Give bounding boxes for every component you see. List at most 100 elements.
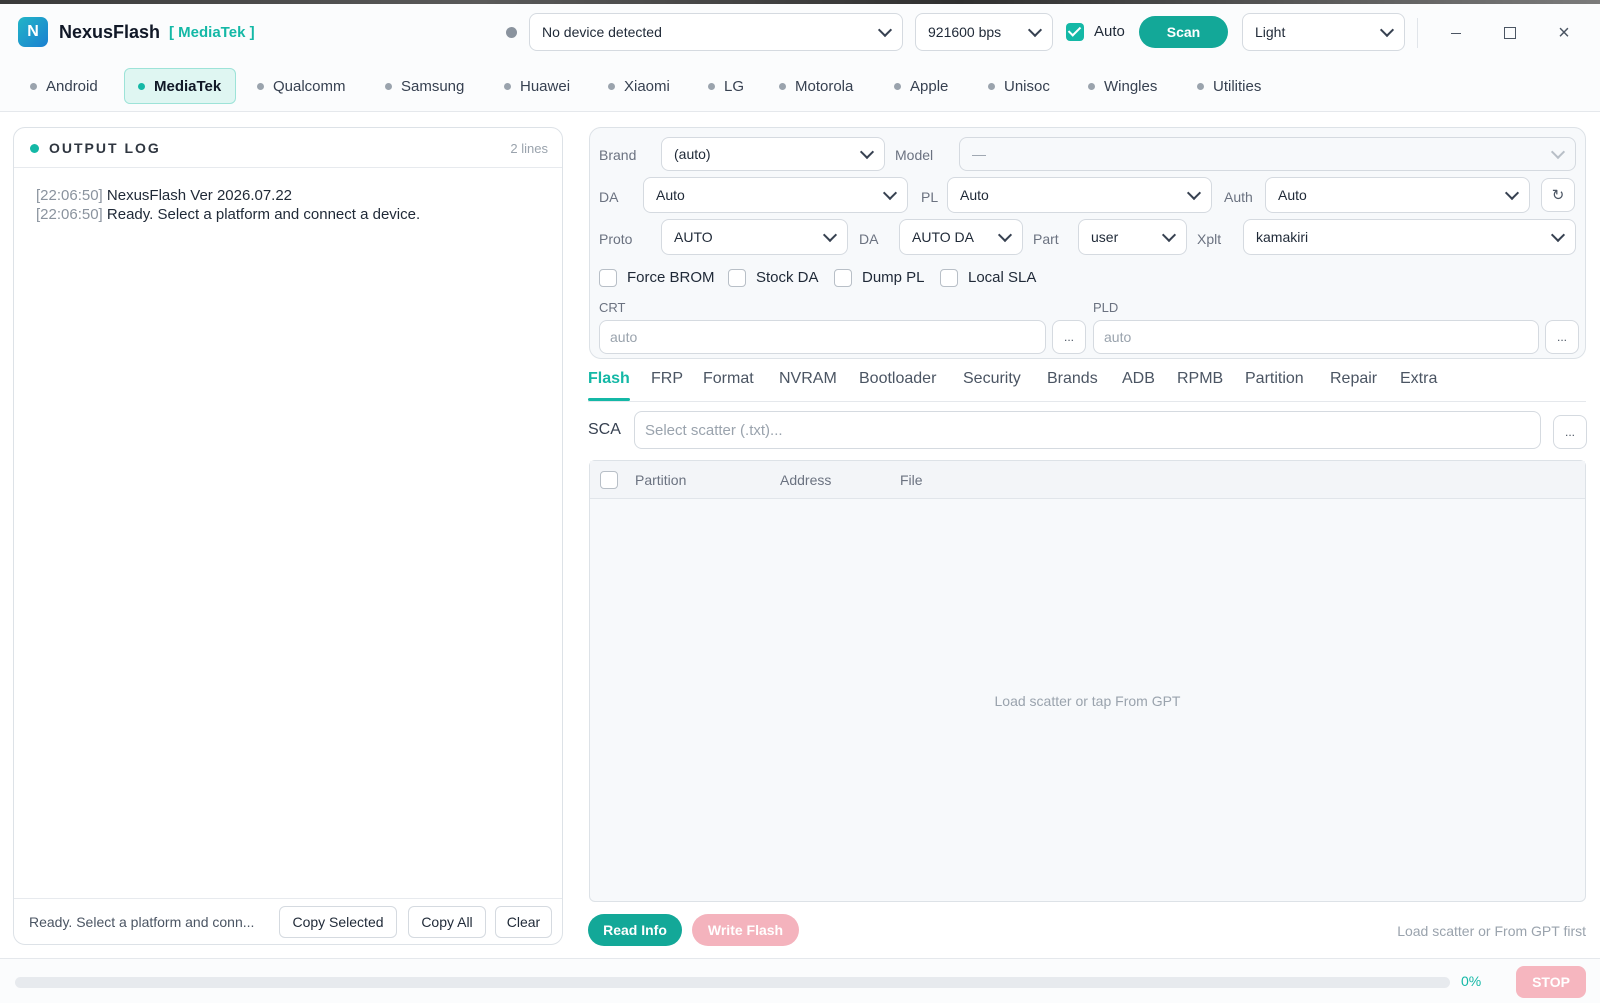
da-mode-select[interactable]: AUTO DA — [899, 219, 1023, 255]
scatter-file-input[interactable]: Select scatter (.txt)... — [634, 411, 1541, 449]
pld-input[interactable]: auto — [1093, 320, 1539, 354]
output-log-header: OUTPUT LOG 2 lines — [14, 128, 562, 168]
platform-tab-label: Apple — [910, 77, 949, 95]
force-brom-checkbox[interactable] — [599, 269, 617, 287]
platform-tab-apple[interactable]: Apple — [894, 68, 962, 104]
part-select[interactable]: user — [1078, 219, 1187, 255]
output-log-body[interactable]: [22:06:50] NexusFlash Ver 2026.07.22 [22… — [36, 186, 420, 224]
tab-brands[interactable]: Brands — [1047, 370, 1098, 388]
platform-tab-xiaomi[interactable]: Xiaomi — [608, 68, 684, 104]
pl-select[interactable]: Auto — [947, 177, 1212, 213]
stop-button[interactable]: STOP — [1516, 966, 1586, 998]
crt-browse-button[interactable]: ... — [1052, 320, 1086, 354]
platform-tab-samsung[interactable]: Samsung — [385, 68, 478, 104]
select-all-checkbox[interactable] — [600, 471, 618, 489]
device-select-value: No device detected — [542, 24, 662, 40]
tab-dot-icon — [138, 82, 145, 90]
tab-frp[interactable]: FRP — [651, 370, 683, 388]
platform-tab-label: Qualcomm — [273, 77, 346, 95]
device-select[interactable]: No device detected — [529, 13, 903, 51]
platform-tab-android[interactable]: Android — [30, 68, 112, 104]
tab-bootloader[interactable]: Bootloader — [859, 370, 936, 388]
chevron-down-icon — [1550, 144, 1566, 160]
tab-dot-icon — [708, 82, 715, 90]
active-tab-indicator — [588, 398, 630, 401]
platform-tab-wingles[interactable]: Wingles — [1088, 68, 1171, 104]
tab-dot-icon — [608, 82, 615, 90]
tab-repair[interactable]: Repair — [1330, 370, 1377, 388]
column-header-address[interactable]: Address — [780, 472, 831, 488]
chevron-down-icon — [859, 144, 875, 160]
part-select-value: user — [1091, 229, 1119, 245]
stock-da-checkbox[interactable] — [728, 269, 746, 287]
da-select[interactable]: Auto — [643, 177, 908, 213]
tab-dot-icon — [988, 82, 995, 90]
copy-all-button[interactable]: Copy All — [408, 906, 486, 938]
crt-label: CRT — [599, 300, 626, 315]
auto-checkbox[interactable] — [1066, 23, 1084, 41]
scatter-browse-button[interactable]: ... — [1553, 415, 1587, 449]
auth-select[interactable]: Auto — [1265, 177, 1530, 213]
chevron-down-icon — [1504, 185, 1520, 201]
da-mode-select-value: AUTO DA — [912, 229, 974, 245]
platform-tab-unisoc[interactable]: Unisoc — [988, 68, 1064, 104]
column-header-file[interactable]: File — [900, 472, 923, 488]
tab-dot-icon — [1197, 82, 1204, 90]
pld-browse-button[interactable]: ... — [1545, 320, 1579, 354]
pld-label: PLD — [1093, 300, 1119, 315]
theme-select[interactable]: Light — [1242, 13, 1405, 51]
model-select[interactable]: — — [959, 137, 1576, 171]
platform-tab-huawei[interactable]: Huawei — [504, 68, 584, 104]
write-flash-button[interactable]: Write Flash — [692, 914, 799, 946]
local-sla-label: Local SLA — [968, 269, 1037, 286]
tab-dot-icon — [30, 82, 37, 90]
app-name: NexusFlash — [59, 22, 161, 42]
column-header-partition[interactable]: Partition — [635, 472, 686, 488]
tab-rpmb[interactable]: RPMB — [1177, 370, 1223, 388]
pl-label: PL — [921, 189, 939, 205]
platform-tab-motorola[interactable]: Motorola — [779, 68, 867, 104]
maximize-window-icon[interactable] — [1495, 18, 1525, 48]
auth-select-value: Auto — [1278, 187, 1307, 203]
baud-rate-select[interactable]: 921600 bps — [915, 13, 1053, 51]
platform-tab-mediatek[interactable]: MediaTek — [124, 68, 237, 104]
log-line-count: 2 lines — [510, 141, 548, 156]
log-status-text: Ready. Select a platform and conn... — [29, 914, 255, 930]
tab-adb[interactable]: ADB — [1122, 370, 1155, 388]
platform-tab-label: Android — [46, 77, 98, 95]
function-tab-bar: Flash FRP Format NVRAM Bootloader Securi… — [588, 364, 1586, 402]
platform-tab-label: Motorola — [795, 77, 854, 95]
minimize-window-icon[interactable] — [1441, 18, 1471, 48]
platform-tab-qualcomm[interactable]: Qualcomm — [257, 68, 360, 104]
tab-flash[interactable]: Flash — [588, 370, 630, 388]
xplt-select[interactable]: kamakiri — [1243, 219, 1576, 255]
read-info-button[interactable]: Read Info — [588, 914, 682, 946]
local-sla-checkbox[interactable] — [940, 269, 958, 287]
tab-nvram[interactable]: NVRAM — [779, 370, 837, 388]
tab-partition[interactable]: Partition — [1245, 370, 1304, 388]
model-select-value: — — [972, 146, 986, 162]
output-log-panel: OUTPUT LOG 2 lines [22:06:50] NexusFlash… — [13, 127, 563, 945]
dump-pl-checkbox[interactable] — [834, 269, 852, 287]
close-window-icon[interactable]: × — [1549, 18, 1579, 48]
log-status-dot-icon — [30, 144, 39, 153]
tab-security[interactable]: Security — [963, 370, 1021, 388]
chevron-down-icon — [1161, 227, 1177, 243]
partition-table-empty-message: Load scatter or tap From GPT — [994, 693, 1181, 709]
progress-track — [15, 977, 1450, 988]
device-status-dot-icon — [506, 27, 517, 38]
tab-format[interactable]: Format — [703, 370, 754, 388]
clear-log-button[interactable]: Clear — [495, 906, 552, 938]
log-line: [22:06:50] NexusFlash Ver 2026.07.22 — [36, 186, 420, 205]
refresh-icon[interactable]: ↻ — [1541, 178, 1575, 212]
proto-select[interactable]: AUTO — [661, 219, 848, 255]
copy-selected-button[interactable]: Copy Selected — [279, 906, 397, 938]
proto-select-value: AUTO — [674, 229, 713, 245]
brand-select[interactable]: (auto) — [661, 137, 885, 171]
crt-input[interactable]: auto — [599, 320, 1046, 354]
platform-tab-utilities[interactable]: Utilities — [1197, 68, 1275, 104]
platform-tab-lg[interactable]: LG — [708, 68, 758, 104]
scan-button[interactable]: Scan — [1139, 16, 1228, 48]
scatter-label: SCA — [588, 421, 621, 438]
tab-extra[interactable]: Extra — [1400, 370, 1437, 388]
